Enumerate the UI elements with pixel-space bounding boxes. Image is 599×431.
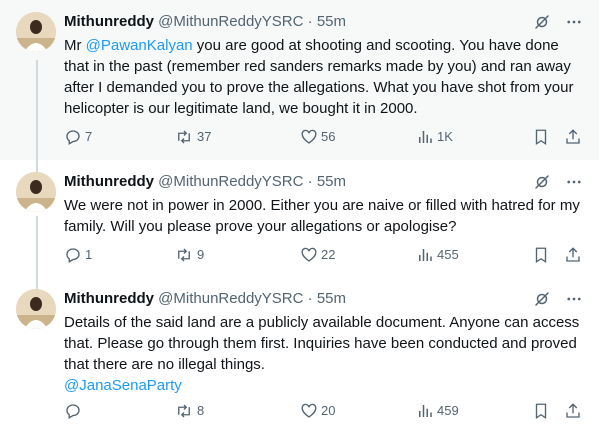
like-button[interactable]: 22 — [300, 245, 335, 265]
views-count: 459 — [437, 403, 459, 418]
tweet-text: We were not in power in 2000. Either you… — [64, 197, 580, 235]
timestamp[interactable]: 55m — [317, 173, 346, 190]
user-handle[interactable]: @MithunReddyYSRC — [158, 13, 303, 30]
views-icon — [419, 405, 432, 417]
reply-count: 7 — [85, 129, 93, 144]
repost-count: 8 — [197, 403, 205, 418]
like-icon — [301, 129, 317, 144]
repost-icon — [178, 130, 190, 144]
repost-button[interactable]: 8 — [174, 401, 204, 421]
bookmark-icon — [535, 403, 547, 420]
reply-icon — [66, 248, 80, 263]
tweet-2[interactable]: Mithunreddy @MithunReddyYSRC · 55m We we… — [0, 160, 599, 281]
grok-icon[interactable] — [533, 13, 551, 31]
more-icon[interactable] — [565, 290, 583, 308]
tweet-3[interactable]: Mithunreddy @MithunReddyYSRC · 55m Detai… — [0, 281, 599, 431]
repost-button[interactable]: 9 — [174, 245, 204, 265]
views-count: 1K — [437, 129, 453, 144]
views-button[interactable]: 1K — [416, 127, 453, 147]
avatar[interactable] — [16, 12, 56, 52]
more-icon[interactable] — [565, 13, 583, 31]
reply-button[interactable] — [64, 401, 85, 421]
like-count: 22 — [321, 247, 336, 262]
thread-line — [36, 281, 38, 289]
action-bar: 8 20 459 — [64, 401, 589, 421]
like-button[interactable]: 20 — [300, 401, 335, 421]
tweet-text: Details of the said land are a publicly … — [64, 312, 583, 396]
grok-icon[interactable] — [533, 173, 551, 191]
display-name[interactable]: Mithunreddy — [64, 13, 154, 30]
tweet-1[interactable]: Mithunreddy @MithunReddyYSRC · 55m Mr @P… — [0, 0, 599, 160]
tweet-text-body: Details of the said land are a publicly … — [64, 314, 580, 373]
views-button[interactable]: 459 — [416, 401, 459, 421]
tweet-text: Mr @PawanKalyan you are good at shooting… — [64, 35, 583, 119]
timestamp[interactable]: 55m — [317, 13, 346, 30]
user-handle[interactable]: @MithunReddyYSRC — [158, 290, 303, 307]
repost-button[interactable]: 37 — [174, 127, 211, 147]
like-count: 20 — [321, 403, 336, 418]
separator-dot: · — [307, 290, 313, 307]
like-icon — [301, 403, 317, 418]
user-handle[interactable]: @MithunReddyYSRC — [158, 173, 303, 190]
like-button[interactable]: 56 — [300, 127, 335, 147]
views-button[interactable]: 455 — [416, 245, 459, 265]
tweet-header: Mithunreddy @MithunReddyYSRC · 55m — [64, 12, 583, 32]
share-icon — [566, 403, 580, 418]
thread-line — [36, 60, 38, 160]
tweet-header: Mithunreddy @MithunReddyYSRC · 55m — [64, 172, 583, 192]
views-count: 455 — [437, 247, 459, 262]
avatar[interactable] — [16, 172, 56, 212]
tweet-text-start: Mr — [64, 37, 86, 54]
share-icon — [566, 129, 580, 144]
reply-button[interactable]: 1 — [64, 245, 92, 265]
bookmark-icon — [535, 129, 547, 146]
reply-icon — [66, 130, 80, 145]
display-name[interactable]: Mithunreddy — [64, 290, 154, 307]
like-icon — [301, 247, 317, 262]
bookmark-button[interactable] — [532, 245, 550, 265]
repost-icon — [178, 248, 190, 262]
share-button[interactable] — [564, 245, 582, 265]
grok-icon[interactable] — [533, 290, 551, 308]
share-button[interactable] — [564, 401, 582, 421]
action-bar: 7 37 56 1K — [64, 127, 589, 147]
repost-count: 37 — [197, 129, 212, 144]
views-icon — [419, 249, 432, 261]
bookmark-button[interactable] — [532, 127, 550, 147]
repost-count: 9 — [197, 247, 205, 262]
views-icon — [419, 131, 432, 143]
reply-icon — [66, 404, 80, 419]
timestamp[interactable]: 55m — [317, 290, 346, 307]
separator-dot: · — [307, 13, 313, 30]
thread-line — [36, 160, 38, 172]
reply-button[interactable]: 7 — [64, 127, 92, 147]
more-icon[interactable] — [565, 173, 583, 191]
tweet-header: Mithunreddy @MithunReddyYSRC · 55m — [64, 289, 583, 309]
thread-line — [36, 216, 38, 281]
share-icon — [566, 247, 580, 262]
bookmark-icon — [535, 247, 547, 264]
like-count: 56 — [321, 129, 336, 144]
avatar[interactable] — [16, 289, 56, 329]
mention-link[interactable]: @JanaSenaParty — [64, 377, 182, 394]
reply-count: 1 — [85, 247, 93, 262]
share-button[interactable] — [564, 127, 582, 147]
bookmark-button[interactable] — [532, 401, 550, 421]
separator-dot: · — [307, 173, 313, 190]
action-bar: 1 9 22 455 — [64, 245, 589, 265]
mention-link[interactable]: @PawanKalyan — [86, 37, 193, 54]
display-name[interactable]: Mithunreddy — [64, 173, 154, 190]
repost-icon — [178, 404, 190, 418]
